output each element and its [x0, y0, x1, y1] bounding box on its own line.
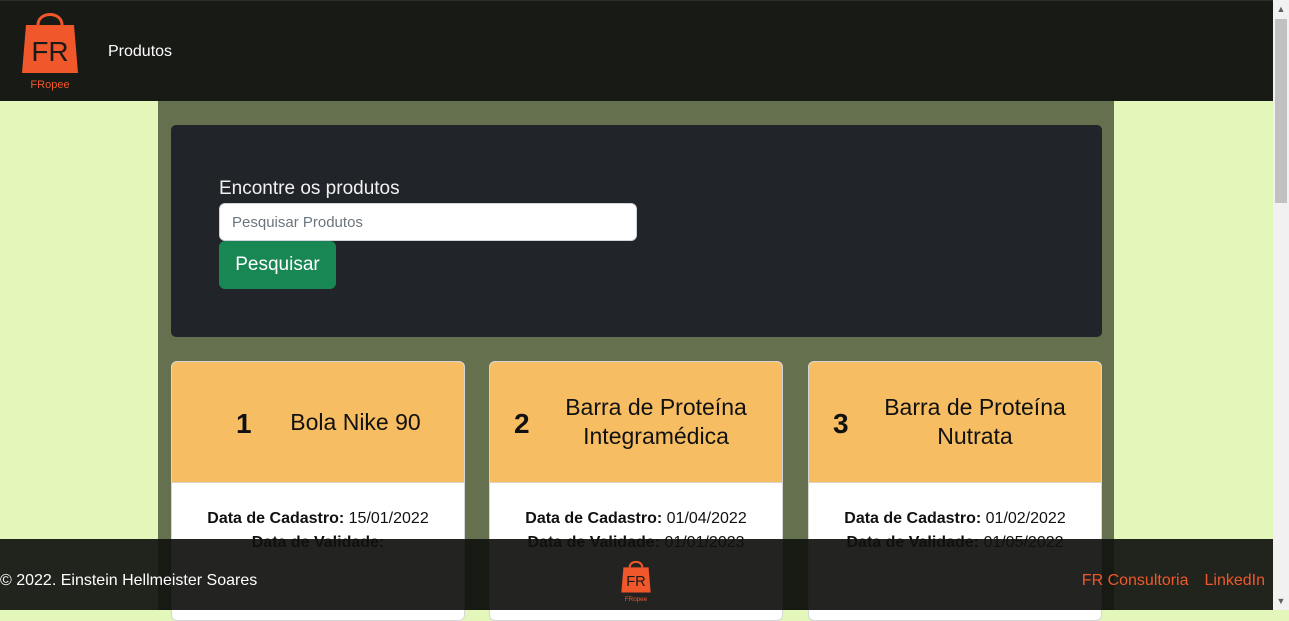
scroll-down-arrow-icon[interactable]: ▼ — [1276, 596, 1286, 606]
footer-link-linkedin[interactable]: LinkedIn — [1205, 572, 1266, 589]
search-panel: Encontre os produtos Pesquisar — [171, 125, 1102, 337]
footer-links: FR Consultoria LinkedIn — [1066, 572, 1265, 590]
svg-text:FRopee: FRopee — [625, 596, 648, 603]
shopping-bag-icon: FR — [22, 13, 78, 73]
cadastro-row: Data de Cadastro: 15/01/2022 — [207, 510, 429, 527]
product-number: 1 — [236, 408, 252, 439]
top-navbar: FR FRopee Produtos — [0, 0, 1273, 101]
nav-link-produtos[interactable]: Produtos — [108, 43, 172, 61]
cadastro-row: Data de Cadastro: 01/04/2022 — [525, 510, 747, 527]
product-number: 3 — [833, 408, 849, 439]
product-number: 2 — [514, 408, 530, 439]
cadastro-row: Data de Cadastro: 01/02/2022 — [844, 510, 1066, 527]
footer: © 2022. Einstein Hellmeister Soares FR F… — [0, 539, 1273, 610]
logo-text: FR — [31, 36, 68, 67]
product-title: Bola Nike 90 — [290, 408, 421, 435]
svg-text:FR: FR — [626, 574, 646, 590]
product-title: Barra de Proteína Nutrata — [884, 394, 1066, 449]
search-button[interactable]: Pesquisar — [219, 241, 336, 289]
shopping-bag-icon: FR FRopee — [621, 560, 651, 603]
main-content: Encontre os produtos Pesquisar 1 Bola Ni… — [158, 101, 1114, 621]
scroll-up-arrow-icon[interactable]: ▲ — [1276, 4, 1286, 14]
copyright-text: © 2022. Einstein Hellmeister Soares — [0, 572, 258, 589]
logo-subtitle: FRopee — [30, 79, 70, 91]
footer-link-fr-consultoria[interactable]: FR Consultoria — [1082, 572, 1189, 589]
search-label: Encontre os produtos — [219, 178, 400, 199]
scrollbar-thumb[interactable] — [1275, 19, 1287, 203]
fropee-logo[interactable]: FR FRopee — [20, 9, 80, 93]
card-header: 3 Barra de Proteína Nutrata — [809, 362, 1101, 483]
card-header: 2 Barra de Proteína Integramédica — [490, 362, 782, 483]
search-input[interactable] — [219, 203, 637, 241]
footer-logo: FR FRopee — [620, 559, 652, 603]
product-title: Barra de Proteína Integramédica — [565, 394, 747, 449]
card-header: 1 Bola Nike 90 — [172, 362, 464, 483]
